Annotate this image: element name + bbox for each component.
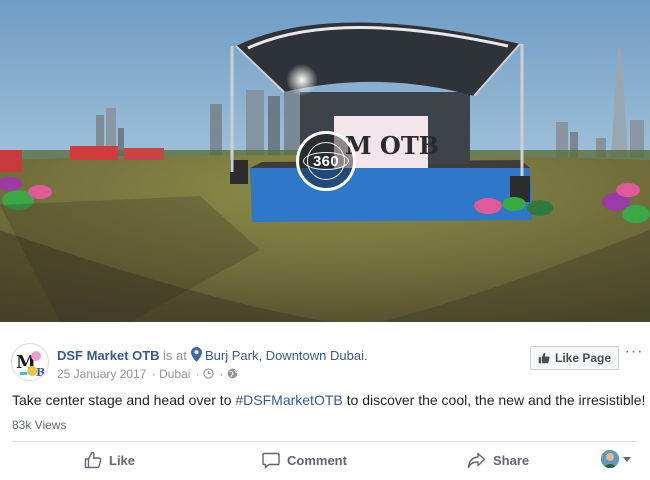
is-at-text: is at (163, 348, 187, 363)
post-message: Take center stage and head over to #DSFM… (12, 392, 650, 408)
globe-icon[interactable] (227, 368, 238, 379)
post-date[interactable]: 25 January 2017 (57, 367, 146, 381)
page-name-link[interactable]: DSF Market OTB (57, 348, 160, 363)
stage-sign-text: M OTB (345, 131, 439, 160)
post-card: M OTB 360 M B DSF Market OTB is at Burj … (0, 0, 650, 480)
share-arrow-icon (467, 452, 486, 468)
view-count[interactable]: 83k Views (12, 418, 66, 432)
like-page-button[interactable]: Like Page (530, 346, 619, 370)
reaction-identity-selector[interactable] (601, 450, 631, 468)
chevron-down-icon (623, 456, 631, 462)
post-text-after: to discover the cool, the new and the ir… (342, 392, 646, 408)
video-360-viewer[interactable]: M OTB 360 (0, 0, 650, 322)
user-avatar (601, 450, 619, 468)
thumbs-up-icon (538, 352, 550, 364)
svg-text:B: B (36, 366, 45, 379)
clock-icon (203, 368, 214, 379)
meta-separator: · (219, 367, 224, 381)
post-place[interactable]: Dubai (159, 367, 190, 381)
comment-icon (262, 452, 280, 469)
dsf-logo-icon: M B (16, 351, 45, 379)
like-label: Like (109, 452, 136, 468)
meta-separator: · (151, 367, 156, 381)
more-options-button[interactable]: ··· (624, 344, 644, 365)
share-label: Share (493, 452, 530, 468)
comment-label: Comment (287, 452, 347, 468)
post-header: M B DSF Market OTB is at Burj Park, Down… (0, 336, 650, 386)
page-avatar[interactable]: M B (11, 343, 49, 381)
meta-separator: · (195, 367, 200, 381)
action-bar: Like Comment Share (0, 442, 650, 480)
thumbs-up-icon (84, 451, 102, 469)
user-photo-icon (601, 450, 619, 468)
map-pin-icon (191, 347, 202, 362)
location-link[interactable]: Burj Park, Downtown Dubai. (205, 348, 368, 363)
post-meta: 25 January 2017 · Dubai · · (57, 367, 238, 381)
comment-button[interactable]: Comment (262, 442, 347, 478)
hashtag-link[interactable]: #DSFMarketOTB (235, 392, 342, 408)
share-button[interactable]: Share (467, 442, 529, 478)
post-text-before: Take center stage and head over to (12, 392, 236, 408)
360-badge-icon[interactable]: 360 (296, 131, 356, 191)
like-button[interactable]: Like (84, 442, 135, 478)
like-page-label: Like Page (554, 351, 612, 365)
360-badge-label: 360 (313, 152, 339, 170)
